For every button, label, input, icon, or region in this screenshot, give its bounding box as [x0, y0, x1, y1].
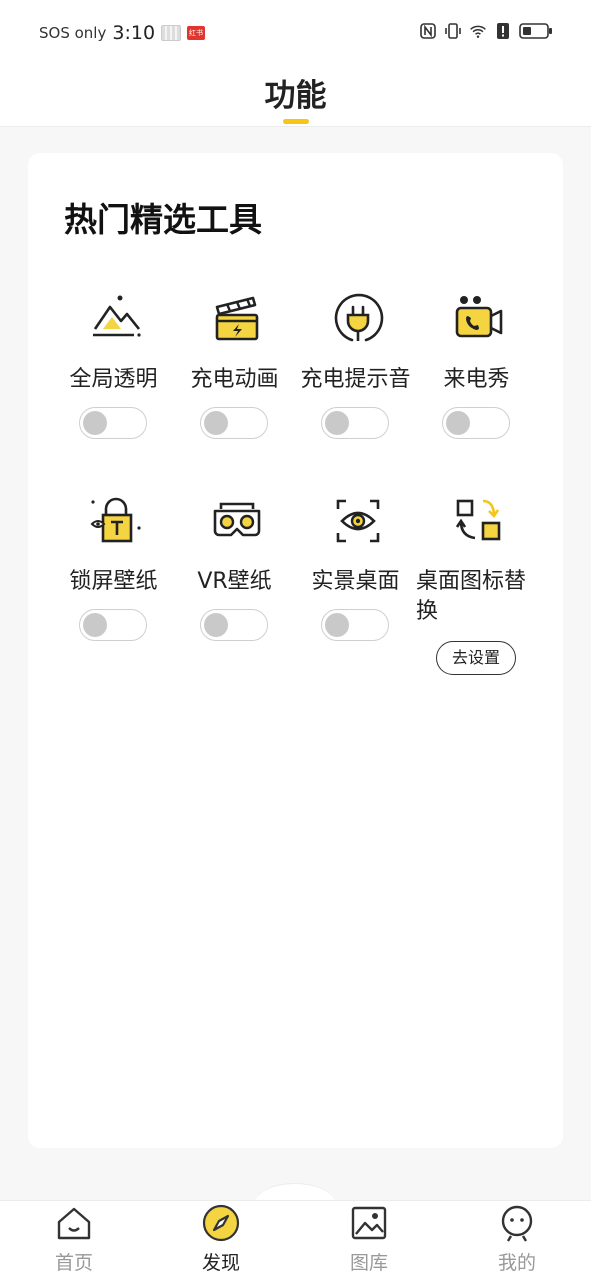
clock: 3:10: [112, 22, 156, 44]
scan-eye-icon: [336, 499, 380, 543]
vibrate-icon: [445, 23, 461, 39]
tab-label: 我的: [497, 1252, 536, 1274]
toggle-knob: [83, 411, 107, 435]
toggle-knob: [204, 411, 228, 435]
home-icon: [57, 1207, 91, 1240]
status-bar: SOS only 3:10 红书: [0, 0, 591, 64]
app-notification-icon: 红书: [187, 26, 206, 40]
tab-mine[interactable]: 我的: [467, 1201, 567, 1281]
tool-label: 全局透明: [69, 367, 158, 392]
lockscreen-wallpaper-toggle[interactable]: [79, 609, 147, 641]
toggle-knob: [204, 613, 228, 637]
toggle-knob: [446, 411, 470, 435]
tab-discover[interactable]: 发现: [171, 1201, 271, 1281]
gallery-notification-icon: [161, 25, 182, 41]
vr-goggles-icon: [213, 502, 261, 537]
nfc-icon: [420, 23, 436, 39]
tool-label: 桌面图标替换: [416, 569, 527, 624]
toggle-knob: [83, 613, 107, 637]
page-title: 功能: [264, 78, 327, 114]
tool-label: 充电动画: [190, 367, 279, 392]
compass-icon: [202, 1204, 240, 1242]
tool-label: 充电提示音: [300, 367, 411, 392]
video-call-icon: [455, 296, 503, 338]
alert-icon: [497, 23, 509, 39]
tab-home[interactable]: 首页: [24, 1201, 124, 1281]
tab-gallery[interactable]: 图库: [319, 1201, 419, 1281]
toggle-knob: [325, 613, 349, 637]
carrier-text: SOS only: [39, 24, 107, 42]
clapperboard-bolt-icon: [215, 296, 259, 341]
section-title: 热门精选工具: [64, 200, 262, 239]
header: 功能: [0, 64, 591, 127]
plug-icon: [334, 293, 384, 342]
lock-t-icon: [90, 497, 141, 543]
tool-label: VR壁纸: [197, 569, 272, 594]
toggle-knob: [325, 411, 349, 435]
tool-label: 实景桌面: [311, 569, 400, 594]
global-transparent-toggle[interactable]: [79, 407, 147, 439]
tools-card: 热门精选工具 全局透明 充电动画 充电提示音 来电秀 锁屏壁纸 VR壁纸 实景桌…: [28, 153, 563, 1148]
call-show-toggle[interactable]: [442, 407, 510, 439]
swap-icons-icon: [455, 499, 501, 541]
live-desktop-toggle[interactable]: [321, 609, 389, 641]
bottom-tabbar: 首页 发现 图库 我的: [0, 1200, 591, 1281]
battery-icon: [519, 23, 552, 39]
go-settings-button[interactable]: 去设置: [436, 641, 516, 675]
profile-face-icon: [501, 1205, 533, 1242]
vr-wallpaper-toggle[interactable]: [200, 609, 268, 641]
tab-label: 图库: [349, 1252, 388, 1274]
tab-label: 首页: [54, 1252, 93, 1274]
charging-animation-toggle[interactable]: [200, 407, 268, 439]
tab-label: 发现: [201, 1252, 240, 1274]
wifi-icon: [470, 25, 486, 38]
charging-sound-toggle[interactable]: [321, 407, 389, 439]
tool-label: 来电秀: [443, 367, 510, 392]
mountain-sun-icon: [93, 295, 141, 337]
gallery-icon: [351, 1206, 387, 1240]
title-underline: [283, 119, 309, 124]
tool-label: 锁屏壁纸: [69, 569, 158, 594]
